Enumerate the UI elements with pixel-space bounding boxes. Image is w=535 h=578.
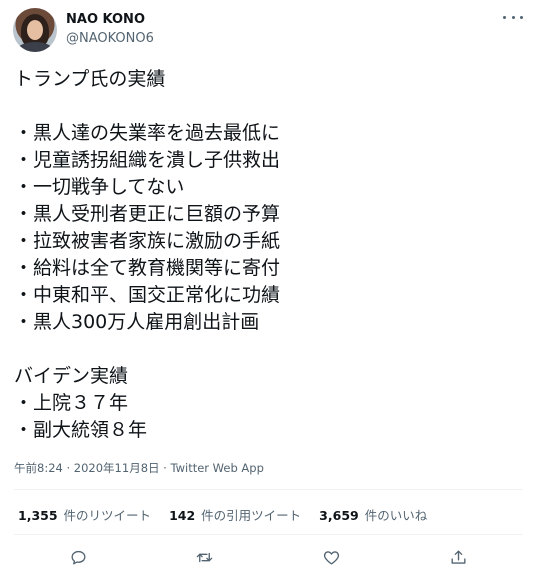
avatar-face bbox=[27, 20, 43, 40]
reply-button[interactable] bbox=[66, 545, 90, 569]
more-horizontal-icon[interactable] bbox=[503, 10, 523, 24]
more-dot bbox=[511, 15, 515, 19]
retweet-count[interactable]: 1,355 件のリツイート bbox=[18, 505, 151, 524]
tweet-line: ・黒人達の失業率を過去最低に bbox=[14, 122, 281, 144]
retweet-count-label: 件のリツイート bbox=[63, 508, 152, 523]
divider bbox=[14, 489, 523, 490]
tweet-timestamp[interactable]: 午前8:24 · 2020年11月8日 · Twitter Web App bbox=[14, 460, 264, 476]
heart-icon bbox=[323, 550, 339, 565]
tweet-line: ・中東和平、国交正常化に功績 bbox=[14, 284, 281, 306]
divider bbox=[14, 534, 523, 535]
retweet-icon bbox=[196, 552, 212, 562]
more-dot bbox=[503, 15, 506, 19]
tweet-line: バイデン実績 bbox=[14, 365, 129, 387]
more-dot bbox=[520, 15, 523, 19]
tweet-line: ・黒人300万人雇用創出計画 bbox=[14, 311, 260, 333]
tweet-line: トランプ氏の実績 bbox=[14, 68, 166, 90]
quote-tweet-count-label: 件の引用ツイート bbox=[201, 508, 302, 523]
reply-icon bbox=[70, 550, 86, 565]
quote-tweet-count-number: 142 bbox=[169, 508, 196, 523]
retweet-button[interactable] bbox=[192, 545, 216, 569]
tweet-line: ・給料は全て教育機関等に寄付 bbox=[14, 257, 281, 279]
quote-tweet-count[interactable]: 142 件の引用ツイート bbox=[169, 505, 301, 524]
tweet-card: NAO KONO @NAOKONO6 トランプ氏の実績 ・黒人達の失業率を過去最… bbox=[0, 0, 535, 578]
like-count[interactable]: 3,659 件のいいね bbox=[319, 505, 427, 524]
tweet-line: ・拉致被害者家族に激励の手紙 bbox=[14, 230, 281, 252]
avatar-shoulders bbox=[17, 42, 53, 52]
user-handle[interactable]: @NAOKONO6 bbox=[66, 31, 154, 46]
like-count-number: 3,659 bbox=[319, 508, 359, 523]
tweet-line: ・副大統領８年 bbox=[14, 419, 148, 441]
tweet-stats: 1,355 件のリツイート 142 件の引用ツイート 3,659 件のいいね bbox=[18, 505, 427, 524]
tweet-line: ・一切戦争してない bbox=[14, 176, 185, 198]
like-count-label: 件のいいね bbox=[364, 508, 428, 523]
tweet-text: トランプ氏の実績 ・黒人達の失業率を過去最低に ・児童誘拐組織を潰し子供救出 ・… bbox=[14, 66, 519, 444]
display-name[interactable]: NAO KONO bbox=[66, 12, 145, 27]
tweet-actions bbox=[0, 545, 535, 569]
tweet-line: ・上院３７年 bbox=[14, 392, 129, 414]
share-button[interactable] bbox=[446, 545, 470, 569]
tweet-line: ・児童誘拐組織を潰し子供救出 bbox=[14, 149, 281, 171]
tweet-line: ・黒人受刑者更正に巨額の予算 bbox=[14, 203, 281, 225]
share-icon bbox=[450, 549, 466, 564]
retweet-count-number: 1,355 bbox=[18, 508, 58, 523]
avatar[interactable] bbox=[13, 8, 57, 52]
like-button[interactable] bbox=[319, 545, 343, 569]
